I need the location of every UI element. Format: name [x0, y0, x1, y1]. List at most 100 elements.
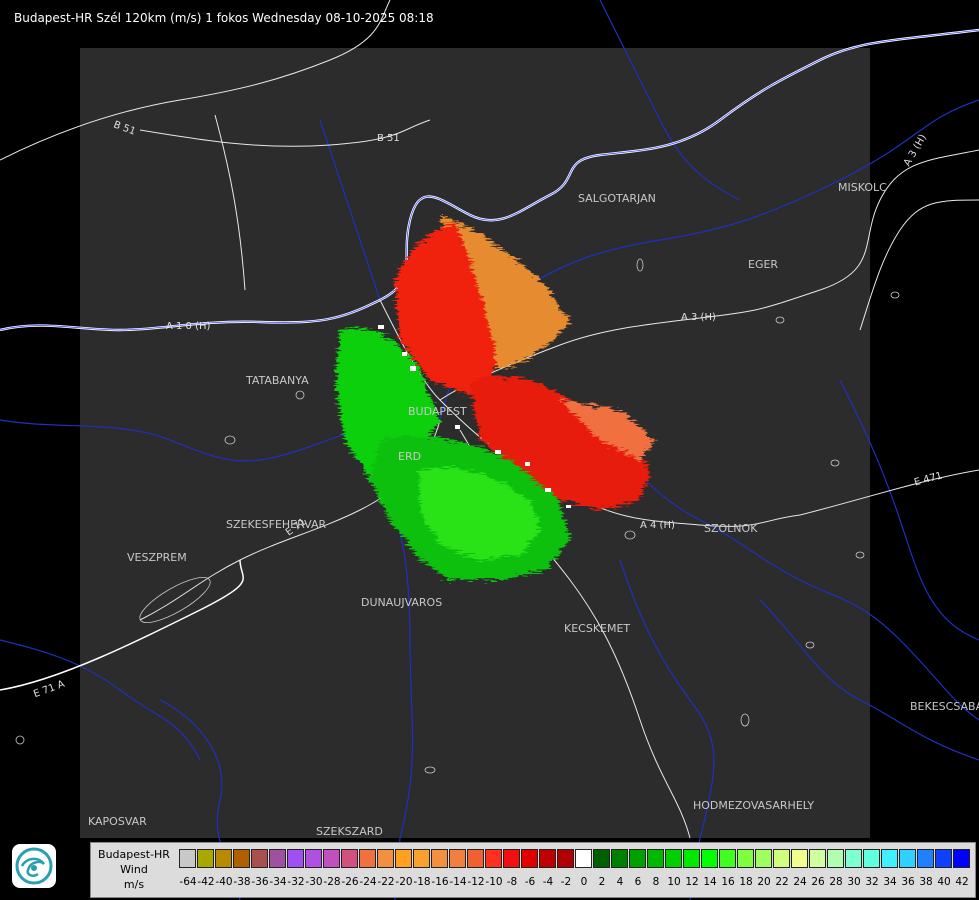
legend-swatch: [233, 849, 250, 868]
legend-tick: -42: [197, 876, 215, 888]
legend-swatch: [323, 849, 340, 868]
legend-swatch: [521, 849, 538, 868]
legend-tick: 22: [775, 876, 789, 888]
legend-swatch: [683, 849, 700, 868]
legend-swatch: [611, 849, 628, 868]
city-label-tatabanya: TATABANYA: [246, 374, 309, 387]
legend-tick: -40: [215, 876, 233, 888]
legend-tick: 10: [667, 876, 681, 888]
legend-tick: -12: [467, 876, 485, 888]
city-label-szekszard: SZEKSZARD: [316, 825, 383, 838]
city-label-miskolc: MISKOLC: [838, 181, 887, 194]
radar-coverage-area: [80, 48, 870, 838]
legend-swatch: [899, 849, 916, 868]
legend-tick: 6: [634, 876, 642, 888]
legend-tick: -18: [413, 876, 431, 888]
legend-tick: -38: [233, 876, 251, 888]
legend-tick: 4: [616, 876, 624, 888]
legend-swatch: [431, 849, 448, 868]
road-label-a4: A 4 (H): [640, 520, 675, 531]
legend-tick: 0: [580, 876, 588, 888]
legend-tick: 20: [757, 876, 771, 888]
legend-swatch: [377, 849, 394, 868]
legend-swatch: [791, 849, 808, 868]
legend-swatch: [215, 849, 232, 868]
legend-swatch: [701, 849, 718, 868]
legend-swatch: [737, 849, 754, 868]
legend-tick-labels: -64 -42 -40 -38 -36 -34 -32 -30 -28 -26 -24 -22 -20-…: [179, 876, 971, 892]
legend-swatch: [773, 849, 790, 868]
legend-tick: -4: [542, 876, 554, 888]
legend-tick: -34: [269, 876, 287, 888]
legend-tick: -32: [287, 876, 305, 888]
legend-tick: -6: [524, 876, 536, 888]
legend-tick: 34: [883, 876, 897, 888]
legend-swatch: [359, 849, 376, 868]
legend-swatch: [341, 849, 358, 868]
legend-swatch: [305, 849, 322, 868]
city-label-veszprem: VESZPREM: [127, 551, 187, 564]
legend-swatch: [917, 849, 934, 868]
legend-swatch: [467, 849, 484, 868]
legend-tick: -30: [305, 876, 323, 888]
legend-tick: 36: [901, 876, 915, 888]
legend-tick: -2: [560, 876, 572, 888]
legend-swatch: [269, 849, 286, 868]
city-label-hodmezovasarhely: HODMEZOVASARHELY: [693, 799, 815, 812]
legend-swatch: [179, 849, 196, 868]
legend-tick: -8: [506, 876, 518, 888]
road-label-a3: A 3 (H): [681, 312, 716, 323]
legend-title: Budapest-HR Wind m/s: [91, 843, 177, 897]
legend-swatch: [629, 849, 646, 868]
legend-swatch: [593, 849, 610, 868]
legend-swatch: [485, 849, 502, 868]
legend-tick: -26: [341, 876, 359, 888]
legend-swatch: [449, 849, 466, 868]
legend-swatch: [719, 849, 736, 868]
city-label-szolnok: SZOLNOK: [704, 522, 758, 535]
legend-tick: 2: [598, 876, 606, 888]
legend-unit: m/s: [123, 878, 145, 891]
legend-tick: 30: [847, 876, 861, 888]
legend-swatch: [755, 849, 772, 868]
legend-tick: -20: [395, 876, 413, 888]
legend-tick: -22: [377, 876, 395, 888]
radar-map: [0, 0, 979, 900]
legend-tick: 28: [829, 876, 843, 888]
legend-swatch: [539, 849, 556, 868]
legend-tick: 8: [652, 876, 660, 888]
radar-title: Budapest-HR Szél 120km (m/s) 1 fokos Wed…: [14, 11, 434, 25]
road-label-a1: A 1 0 (H): [166, 321, 211, 332]
city-label-bekescsaba: BEKESCSABA: [910, 700, 979, 713]
legend-swatch: [287, 849, 304, 868]
city-label-kecskemet: KECSKEMET: [564, 622, 631, 635]
legend-tick: 24: [793, 876, 807, 888]
legend-swatch: [845, 849, 862, 868]
legend-swatch: [557, 849, 574, 868]
city-label-budapest: BUDAPEST: [408, 405, 467, 418]
legend-color-scale: [179, 849, 971, 869]
city-label-dunaujvaros: DUNAUJVAROS: [361, 596, 443, 609]
wind-legend: Budapest-HR Wind m/s -64 -42 -40 -38 -36 -34-…: [90, 842, 976, 898]
legend-tick: -16: [431, 876, 449, 888]
legend-tick: -10: [485, 876, 503, 888]
legend-swatch: [395, 849, 412, 868]
legend-swatch: [413, 849, 430, 868]
legend-tick: -36: [251, 876, 269, 888]
city-label-eger: EGER: [748, 258, 779, 271]
city-label-erd: ERD: [398, 450, 422, 463]
legend-swatch: [809, 849, 826, 868]
legend-tick: 38: [919, 876, 933, 888]
legend-tick: -28: [323, 876, 341, 888]
legend-swatch: [197, 849, 214, 868]
weather-service-logo-icon: [12, 844, 56, 888]
legend-tick: 32: [865, 876, 879, 888]
legend-tick: 12: [685, 876, 699, 888]
city-label-kaposvar: KAPOSVAR: [88, 815, 147, 828]
legend-tick: 26: [811, 876, 825, 888]
legend-tick: 16: [721, 876, 735, 888]
legend-tick: 40: [937, 876, 951, 888]
legend-tick: 18: [739, 876, 753, 888]
legend-tick: -64: [179, 876, 197, 888]
legend-swatch: [647, 849, 664, 868]
